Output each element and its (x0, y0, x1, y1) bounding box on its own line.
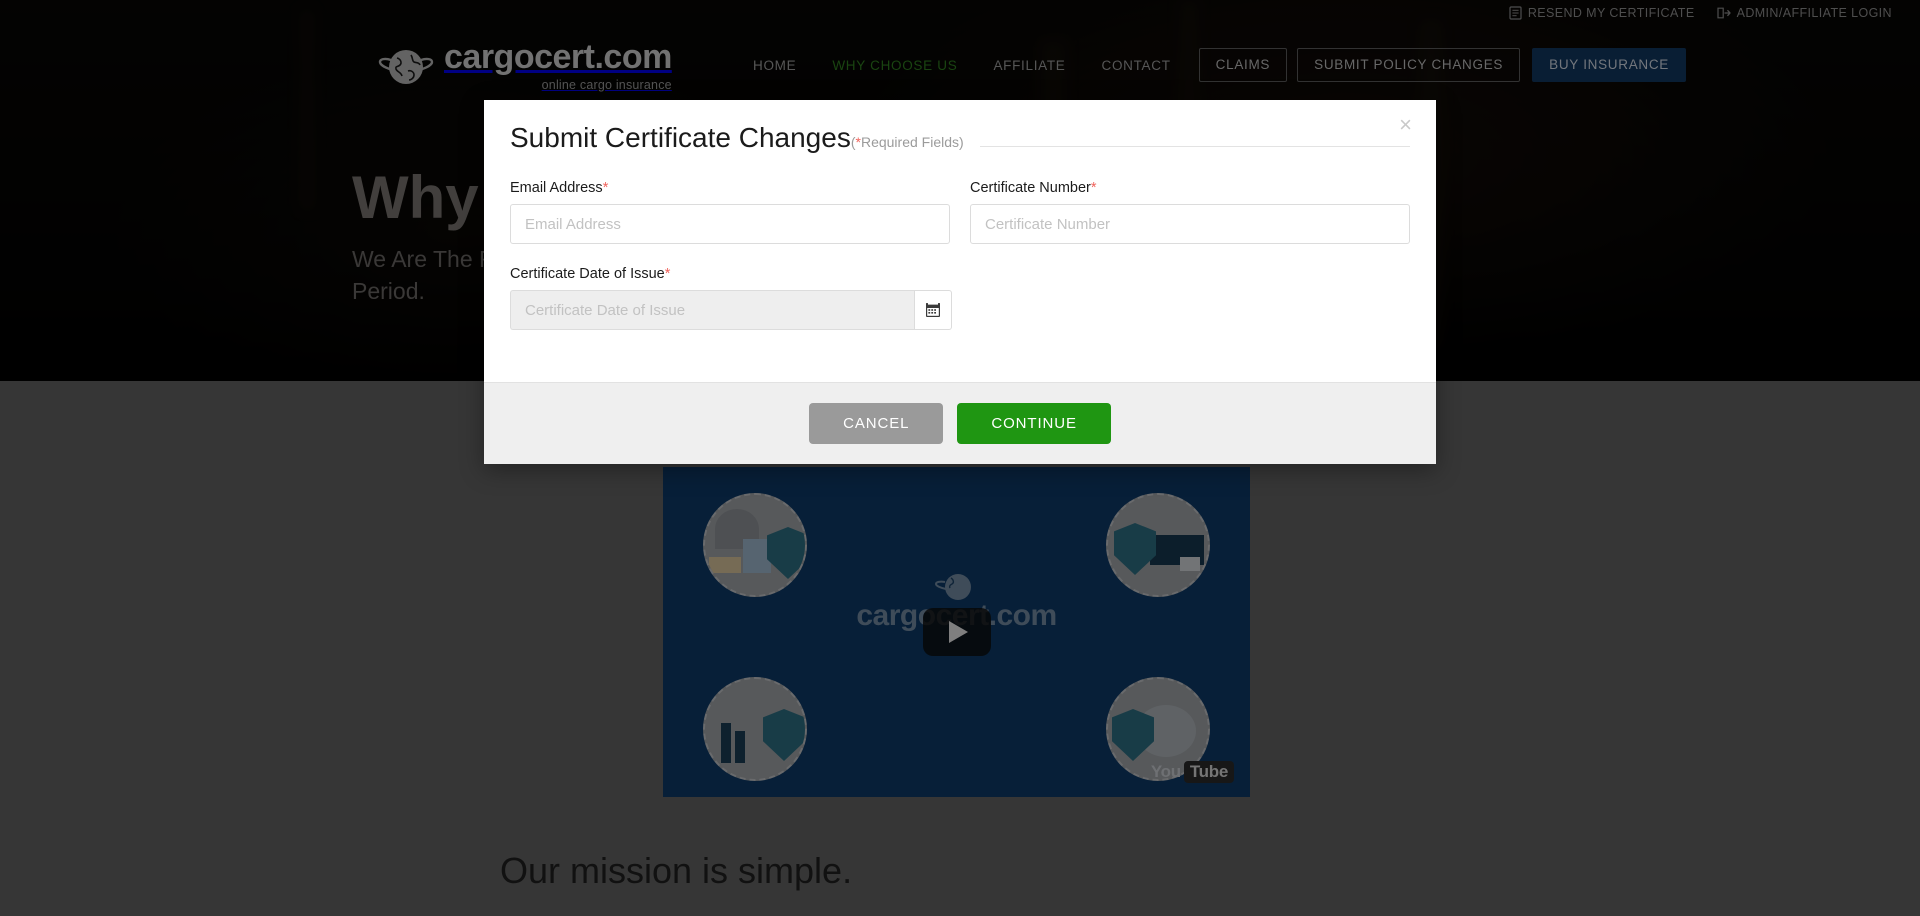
certificate-date-input[interactable] (510, 290, 914, 330)
calendar-icon[interactable] (914, 290, 952, 330)
email-address-label-text: Email Address (510, 180, 603, 196)
submit-certificate-changes-modal: × Submit Certificate Changes (*Required … (484, 100, 1436, 464)
certificate-number-required-asterisk: * (1090, 180, 1097, 196)
close-icon[interactable]: × (1393, 110, 1418, 140)
cancel-button[interactable]: CANCEL (809, 403, 944, 444)
required-fields-note: (*Required Fields) (851, 134, 964, 150)
modal-body: Email Address* Certificate Number* Certi… (484, 154, 1436, 382)
modal-header: × Submit Certificate Changes (*Required … (484, 100, 1436, 154)
form-row-2: Certificate Date of Issue* (510, 266, 1410, 330)
continue-button[interactable]: CONTINUE (957, 403, 1111, 444)
certificate-date-required-asterisk: * (664, 266, 671, 282)
page-root: RESEND MY CERTIFICATE ADMIN/AFFILIATE LO… (0, 0, 1920, 916)
email-address-input[interactable] (510, 204, 950, 244)
certificate-number-label: Certificate Number* (970, 180, 1410, 196)
title-divider (979, 146, 1410, 147)
certificate-date-label: Certificate Date of Issue* (510, 266, 952, 282)
certificate-date-group: Certificate Date of Issue* (510, 266, 952, 330)
email-address-group: Email Address* (510, 180, 950, 244)
modal-title: Submit Certificate Changes (510, 122, 851, 153)
certificate-date-input-group (510, 290, 952, 330)
certificate-date-label-text: Certificate Date of Issue (510, 266, 665, 282)
email-required-asterisk: * (602, 180, 609, 196)
email-address-label: Email Address* (510, 180, 950, 196)
certificate-number-label-text: Certificate Number (970, 180, 1091, 196)
certificate-number-input[interactable] (970, 204, 1410, 244)
certificate-number-group: Certificate Number* (970, 180, 1410, 244)
form-row-1: Email Address* Certificate Number* (510, 180, 1410, 244)
modal-title-row: Submit Certificate Changes (*Required Fi… (510, 122, 1410, 154)
modal-footer: CANCEL CONTINUE (484, 382, 1436, 464)
required-note-text: Required Fields) (860, 134, 964, 150)
